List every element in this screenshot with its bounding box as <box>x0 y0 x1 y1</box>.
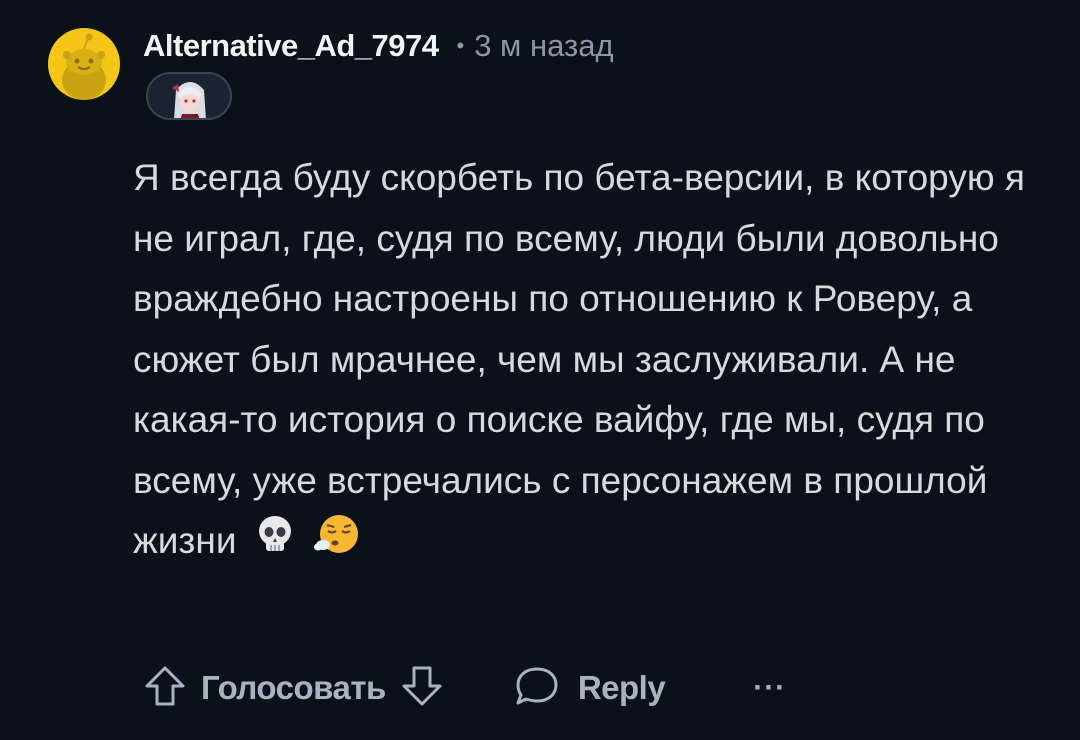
user-avatar[interactable] <box>48 28 120 100</box>
reply-label: Reply <box>577 669 666 706</box>
timestamp: 3 м назад <box>474 28 614 63</box>
user-flair-badge <box>146 72 232 120</box>
vote-count: Голосовать <box>201 669 386 706</box>
skull-emoji-icon <box>253 512 297 575</box>
snoo-avatar-icon <box>62 33 106 100</box>
separator-dot: • <box>456 33 465 58</box>
arrow-down-icon[interactable] <box>400 664 444 713</box>
username-link[interactable]: Alternative_Ad_7974 <box>143 28 439 64</box>
comment-header: Alternative_Ad_7974 • 3 м назад <box>143 26 614 66</box>
arrow-up-icon[interactable] <box>143 664 187 713</box>
more-options-button[interactable]: ··· <box>753 671 786 705</box>
anime-character-flair-icon <box>164 76 216 118</box>
exhale-face-emoji-icon <box>313 512 361 575</box>
reply-button[interactable]: Reply <box>514 664 666 713</box>
comment-text: Я всегда буду скорбеть по бета-версии, в… <box>133 157 1025 561</box>
speech-bubble-icon <box>514 664 560 713</box>
comment-body: Я всегда буду скорбеть по бета-версии, в… <box>133 148 1033 574</box>
comment-actions: Голосовать Reply ··· <box>143 660 786 716</box>
